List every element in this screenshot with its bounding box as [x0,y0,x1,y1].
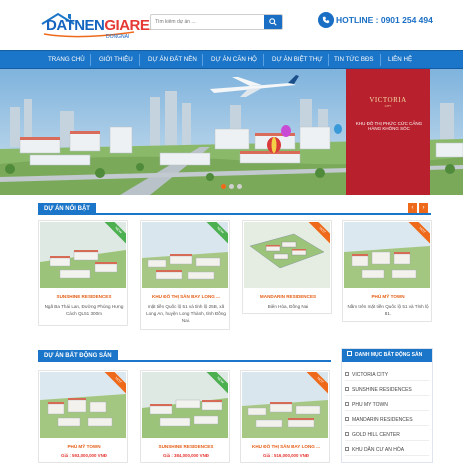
project-location: Biên Hòa, Đồng Nai [267,304,309,309]
search-box [150,14,283,30]
grid-icon [347,351,352,357]
sidebar-item[interactable]: PHU MY TOWN [345,399,429,411]
nav-item-apartment[interactable]: DỰ ÁN CĂN HỘ [211,51,257,69]
project-title[interactable]: PHÚ MỸ TOWN [345,294,431,299]
project-title[interactable]: PHÚ MỸ TOWN [41,444,127,449]
chevron-right-icon: › [422,205,425,211]
project-title[interactable]: KHU ĐÔ THỊ SÂN BAY LONG ... [143,294,229,299]
nav-divider [328,54,329,66]
sidebar-heading-text: DANH MỤC BẤT ĐỘNG SẢN [355,352,423,358]
project-price: Giá : 516,000,000 VNĐ [263,453,309,458]
sidebar-item[interactable]: MANDARIN RESIDENCES [345,414,429,426]
project-title[interactable]: KHU ĐÔ THỊ SÂN BAY LONG ... [243,444,329,449]
featured-heading: DỰ ÁN NỔI BẬT [38,203,96,215]
nav-divider [139,54,140,66]
victoria-slogan: KHU ĐÔ THỊ PHỨC CỨC CẢNG HÀNG KHÔNG SÓC [355,121,423,131]
nav-item-villa[interactable]: DỰ ÁN BIỆT THỰ [272,51,323,69]
slider-dot[interactable] [221,184,226,189]
featured-card[interactable]: NEW SUNSHINE RESIDENCES Ngã Ba Thái Lan,… [38,220,128,326]
victoria-ad-panel[interactable]: VICTORIA CITY KHU ĐÔ THỊ PHỨC CỨC CẢNG H… [346,69,430,195]
project-title[interactable]: SUNSHINE RESIDENCES [41,294,127,299]
project-thumbnail: HOT [40,372,126,438]
featured-card[interactable]: HOT PHÚ MỸ TOWN Nằm trên mặt tiền Quốc l… [342,220,432,322]
sidebar-item-label: GOLD HILL CENTER [352,432,400,438]
featured-card[interactable]: HOT MANDARIN RESIDENCES Biên Hòa, Đồng N… [242,220,332,314]
listing-card[interactable]: NEW SUNSHINE RESIDENCES Giá : 384,000,00… [140,370,230,463]
slider-dot[interactable] [237,184,242,189]
hero-banner[interactable]: VICTORIA CITY KHU ĐÔ THỊ PHỨC CỨC CẢNG H… [0,69,463,195]
chevron-left-icon: ‹ [411,205,414,211]
victoria-brand-name: VICTORIA [369,96,407,104]
site-header: DATNENGIARE.com DONGNAI HOTLINE : 0901 2… [0,0,463,50]
project-location: Ngã Ba Thái Lan, Đường Phùng Hưng Cách Q… [44,304,124,316]
victoria-brand-sub: CITY [384,104,392,108]
nav-item-about[interactable]: GIỚI THIỆU [99,51,133,69]
search-icon [269,18,277,26]
phone-icon [318,12,334,28]
project-thumbnail: HOT [344,222,430,288]
category-sidebar: DANH MỤC BẤT ĐỘNG SẢN VICTORIA CITY SUNS… [341,348,433,463]
building-icon [345,416,349,421]
logo-subtitle: DONGNAI [106,34,130,40]
project-thumbnail: NEW [142,222,228,288]
project-price: Giá : 384,000,000 VNĐ [163,453,209,458]
nav-divider [380,54,381,66]
featured-next-button[interactable]: › [419,203,428,213]
project-location: mặt tiền Quốc lộ 51 và tỉnh lộ 25B, xã L… [146,304,226,323]
building-icon [345,431,349,436]
nav-divider [90,54,91,66]
search-input[interactable] [151,15,265,29]
sidebar-item[interactable]: GOLD HILL CENTER [345,429,429,441]
sidebar-item-label: MANDARIN RESIDENCES [352,417,413,423]
listing-heading: DỰ ÁN BẤT ĐỘNG SẢN [38,350,118,362]
logo-text: DATNENGIARE.com [46,17,160,34]
nav-divider [263,54,264,66]
nav-divider [202,54,203,66]
project-location: Nằm trên mặt tiền Quốc lộ 51 và Tỉnh lộ … [347,304,429,316]
project-thumbnail: NEW [142,372,228,438]
nav-item-land[interactable]: DỰ ÁN ĐẤT NỀN [148,51,197,69]
project-thumbnail: NEW [40,222,126,288]
page: DATNENGIARE.com DONGNAI HOTLINE : 0901 2… [0,0,463,463]
project-thumbnail: HOT [242,372,328,438]
project-price: Giá : 593,000,000 VNĐ [61,453,107,458]
main-nav: TRANG CHỦ GIỚI THIỆU DỰ ÁN ĐẤT NỀN DỰ ÁN… [0,50,463,69]
listing-card[interactable]: HOT KHU ĐÔ THỊ SÂN BAY LONG ... Giá : 51… [240,370,330,463]
sidebar-item[interactable]: SUNSHINE RESIDENCES [345,384,429,396]
nav-item-contact[interactable]: LIÊN HỆ [388,51,412,69]
sidebar-item[interactable]: KHU DÂN CƯ AN HÒA [345,444,429,456]
sidebar-item-label: KHU DÂN CƯ AN HÒA [352,447,405,453]
building-icon [345,371,349,376]
listing-section-header: DỰ ÁN BẤT ĐỘNG SẢN [38,350,331,362]
slider-dot[interactable] [229,184,234,189]
building-icon [345,401,349,406]
building-icon [345,386,349,391]
nav-item-home[interactable]: TRANG CHỦ [48,51,85,69]
sidebar-item-label: SUNSHINE RESIDENCES [352,387,412,393]
nav-item-news[interactable]: TIN TỨC BĐS [334,51,374,69]
sidebar-item-label: PHU MY TOWN [352,402,388,408]
featured-section-header: DỰ ÁN NỔI BẬT [38,203,431,215]
sidebar-item[interactable]: VICTORIA CITY [345,369,429,381]
featured-prev-button[interactable]: ‹ [408,203,417,213]
project-thumbnail: HOT [244,222,330,288]
search-button[interactable] [264,15,282,29]
hotline-text: HOTLINE : 0901 254 494 [336,15,433,25]
logo-text-datnen: DATNEN [46,17,105,34]
featured-card[interactable]: NEW KHU ĐÔ THỊ SÂN BAY LONG ... mặt tiền… [140,220,230,330]
project-title[interactable]: SUNSHINE RESIDENCES [143,444,229,449]
site-logo[interactable]: DATNENGIARE.com DONGNAI [38,10,160,42]
project-title[interactable]: MANDARIN RESIDENCES [245,294,331,299]
building-icon [345,446,349,451]
sidebar-item-label: VICTORIA CITY [352,372,389,378]
logo-text-giare: GIARE [104,17,150,34]
listing-card[interactable]: HOT PHÚ MỸ TOWN Giá : 593,000,000 VNĐ [38,370,128,463]
sidebar-heading: DANH MỤC BẤT ĐỘNG SẢN [342,349,432,362]
